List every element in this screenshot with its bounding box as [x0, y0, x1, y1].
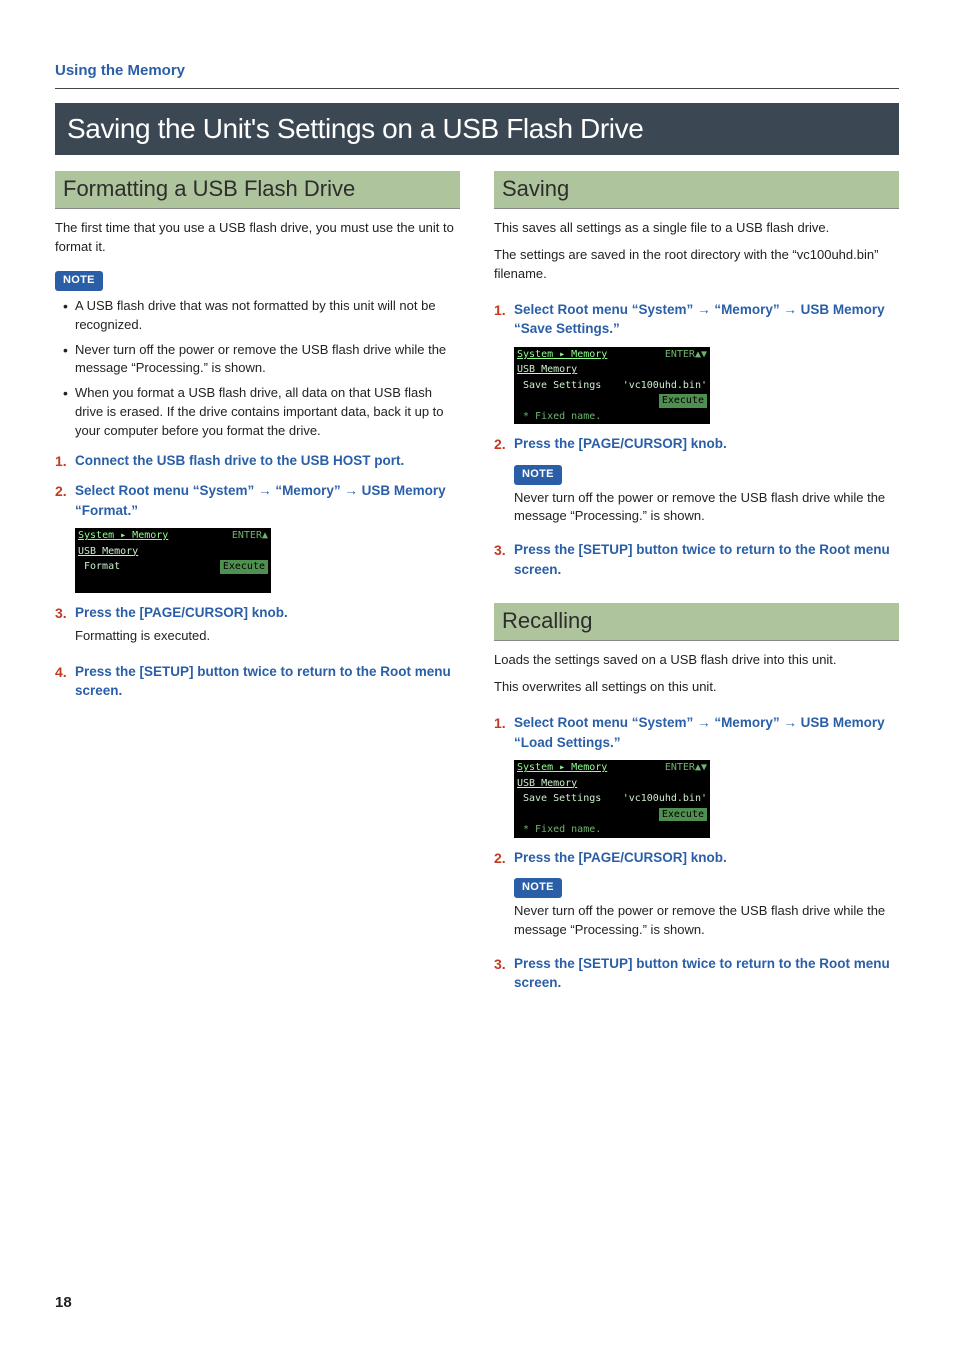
section-divider	[55, 88, 899, 89]
bullet-icon: •	[63, 297, 75, 335]
right-column: Saving This saves all settings as a sing…	[494, 171, 899, 996]
note-list: • A USB flash drive that was not formatt…	[63, 297, 460, 441]
saving-heading: Saving	[494, 171, 899, 209]
step-3: 3. Press the [PAGE/CURSOR] knob.	[55, 603, 460, 623]
scr-execute-button: Execute	[220, 560, 268, 574]
step-1: 1. Connect the USB flash drive to the US…	[55, 451, 460, 471]
step-2: 2. Press the [PAGE/CURSOR] knob.	[494, 434, 899, 454]
step-title: Press the [SETUP] button twice to return…	[514, 540, 899, 579]
note-badge: NOTE	[514, 878, 562, 898]
recalling-heading: Recalling	[494, 603, 899, 641]
recalling-intro: Loads the settings saved on a USB flash …	[494, 651, 899, 670]
step-title: Press the [PAGE/CURSOR] knob.	[514, 848, 899, 868]
scr-line: Save Settings	[517, 379, 601, 393]
scr-enter-indicator: ENTER▲▼	[665, 348, 707, 362]
scr-line: USB Memory	[517, 363, 577, 377]
saving-intro: The settings are saved in the root direc…	[494, 246, 899, 284]
step-title: Press the [PAGE/CURSOR] knob.	[514, 434, 899, 454]
scr-filename: 'vc100uhd.bin'	[623, 792, 707, 806]
step-4: 4. Press the [SETUP] button twice to ret…	[55, 662, 460, 701]
note-item: • Never turn off the power or remove the…	[63, 341, 460, 379]
scr-enter-indicator: ENTER▲▼	[665, 761, 707, 775]
scr-filename: 'vc100uhd.bin'	[623, 379, 707, 393]
note-area: NOTE Never turn off the power or remove …	[514, 872, 899, 940]
step-3: 3. Press the [SETUP] button twice to ret…	[494, 540, 899, 579]
note-badge: NOTE	[55, 271, 103, 291]
note-item: • When you format a USB flash drive, all…	[63, 384, 460, 441]
content-columns: Formatting a USB Flash Drive The first t…	[55, 171, 899, 996]
step-title: Select Root menu “System” → “Memory” → U…	[514, 713, 899, 752]
step-title: Press the [SETUP] button twice to return…	[514, 954, 899, 993]
step-title-part: Select Root menu “System”	[514, 715, 697, 730]
formatting-heading: Formatting a USB Flash Drive	[55, 171, 460, 209]
arrow-icon: →	[344, 483, 358, 498]
step-1: 1. Select Root menu “System” → “Memory” …	[494, 713, 899, 752]
note-text: Never turn off the power or remove the U…	[75, 341, 460, 379]
step-number: 2.	[55, 481, 75, 520]
step-title: Select Root menu “System” → “Memory” → U…	[514, 300, 899, 339]
step-title-part: Select Root menu “System”	[75, 483, 258, 498]
recalling-intro: This overwrites all settings on this uni…	[494, 678, 899, 697]
scr-fixed-name: * Fixed name.	[517, 823, 601, 837]
scr-enter-indicator: ENTER▲	[232, 529, 268, 543]
left-column: Formatting a USB Flash Drive The first t…	[55, 171, 460, 996]
step-number: 4.	[55, 662, 75, 701]
scr-line: USB Memory	[78, 545, 138, 559]
step-2: 2. Select Root menu “System” → “Memory” …	[55, 481, 460, 520]
step-number: 2.	[494, 434, 514, 454]
scr-line: Format	[78, 560, 120, 574]
step-title-part: “Memory”	[711, 715, 784, 730]
step-2: 2. Press the [PAGE/CURSOR] knob.	[494, 848, 899, 868]
step-number: 1.	[494, 713, 514, 752]
scr-breadcrumb: System ▸ Memory	[517, 761, 607, 775]
formatting-intro: The first time that you use a USB flash …	[55, 219, 460, 257]
step-title: Select Root menu “System” → “Memory” → U…	[75, 481, 460, 520]
step-title-part: “Memory”	[272, 483, 345, 498]
step-number: 3.	[55, 603, 75, 623]
arrow-icon: →	[783, 302, 797, 317]
step-title: Connect the USB flash drive to the USB H…	[75, 451, 460, 471]
note-area: NOTE Never turn off the power or remove …	[514, 459, 899, 527]
device-screenshot-format: System ▸ Memory ENTER▲ USB Memory Format E…	[75, 528, 271, 593]
step-title-part: “Memory”	[711, 302, 784, 317]
device-screenshot-load: System ▸ Memory ENTER▲▼ USB Memory Save S…	[514, 760, 710, 838]
step-number: 3.	[494, 954, 514, 993]
step-1: 1. Select Root menu “System” → “Memory” …	[494, 300, 899, 339]
step-3: 3. Press the [SETUP] button twice to ret…	[494, 954, 899, 993]
scr-line: USB Memory	[517, 777, 577, 791]
scr-execute-button: Execute	[659, 394, 707, 408]
scr-fixed-name: * Fixed name.	[517, 410, 601, 424]
arrow-icon: →	[697, 715, 711, 730]
page-number: 18	[55, 1292, 72, 1314]
note-item: • A USB flash drive that was not formatt…	[63, 297, 460, 335]
step-number: 1.	[494, 300, 514, 339]
arrow-icon: →	[697, 302, 711, 317]
saving-intro: This saves all settings as a single file…	[494, 219, 899, 238]
step-number: 2.	[494, 848, 514, 868]
step-title: Press the [SETUP] button twice to return…	[75, 662, 460, 701]
scr-breadcrumb: System ▸ Memory	[517, 348, 607, 362]
page-title-band: Saving the Unit's Settings on a USB Flas…	[55, 103, 899, 156]
step-title-part: Select Root menu “System”	[514, 302, 697, 317]
device-screenshot-save: System ▸ Memory ENTER▲▼ USB Memory Save S…	[514, 347, 710, 425]
section-title: Using the Memory	[55, 60, 899, 82]
step-number: 3.	[494, 540, 514, 579]
arrow-icon: →	[258, 483, 272, 498]
scr-breadcrumb: System ▸ Memory	[78, 529, 168, 543]
bullet-icon: •	[63, 384, 75, 441]
bullet-icon: •	[63, 341, 75, 379]
step-number: 1.	[55, 451, 75, 471]
note-text: Never turn off the power or remove the U…	[514, 902, 899, 940]
note-badge: NOTE	[514, 465, 562, 485]
scr-line: Save Settings	[517, 792, 601, 806]
note-text: Never turn off the power or remove the U…	[514, 489, 899, 527]
note-text: When you format a USB flash drive, all d…	[75, 384, 460, 441]
step-subtext: Formatting is executed.	[75, 627, 460, 646]
arrow-icon: →	[783, 715, 797, 730]
note-text: A USB flash drive that was not formatted…	[75, 297, 460, 335]
scr-execute-button: Execute	[659, 808, 707, 822]
step-title: Press the [PAGE/CURSOR] knob.	[75, 603, 460, 623]
